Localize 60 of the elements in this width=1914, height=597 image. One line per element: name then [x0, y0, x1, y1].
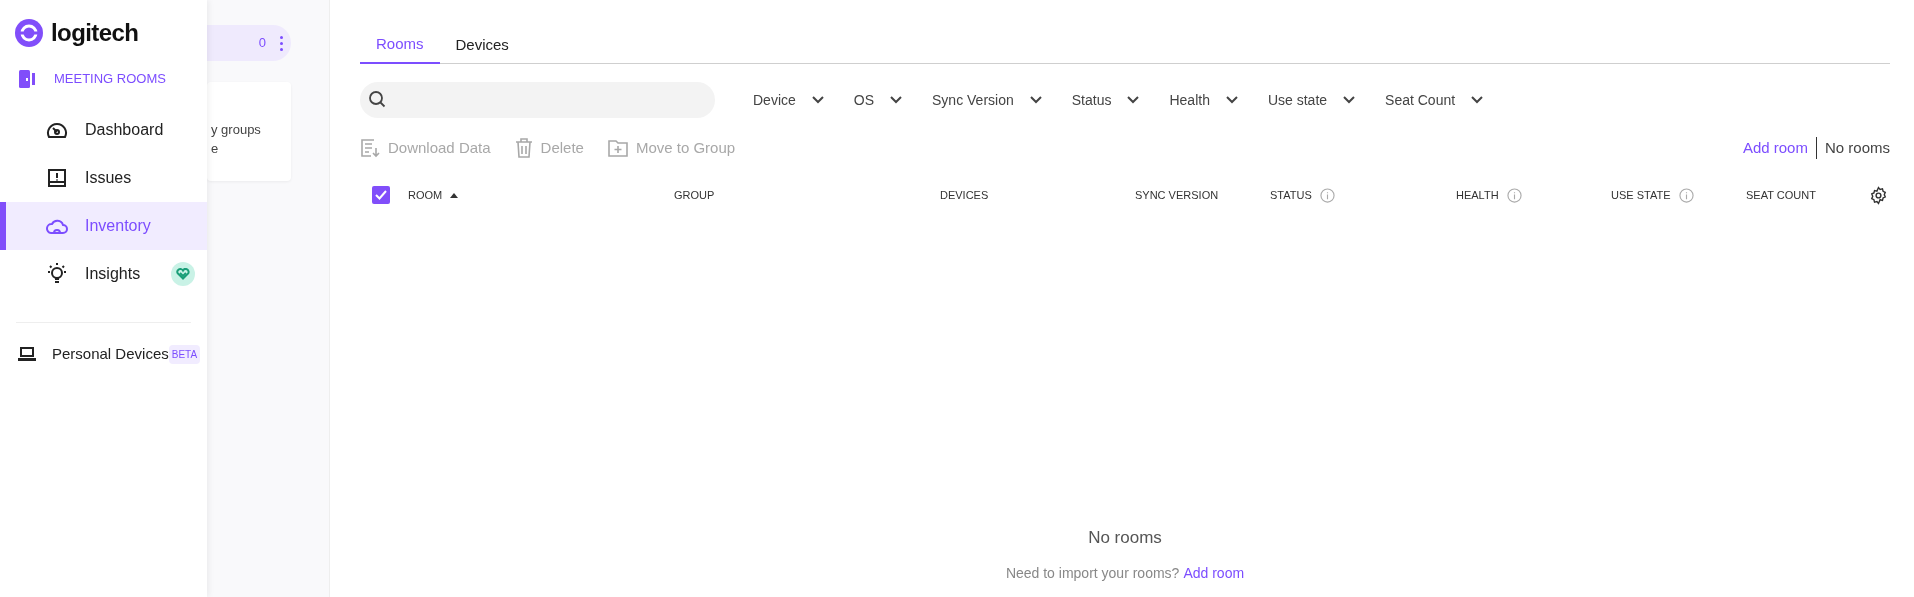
filter-dropdown[interactable]: Seat Count [1370, 82, 1499, 118]
folder-plus-icon [607, 139, 628, 157]
chevron-down-icon [811, 96, 824, 104]
filter-dropdown[interactable]: Sync Version [917, 82, 1057, 118]
chevron-down-icon [1127, 96, 1140, 104]
group-pill[interactable]: 0 [207, 25, 291, 61]
search-icon [368, 90, 388, 110]
beta-badge: BETA [168, 344, 201, 364]
room-count: No rooms [1824, 137, 1890, 158]
popover-text: e [211, 140, 220, 158]
chevron-down-icon [890, 96, 903, 104]
column-header[interactable]: ROOM [408, 186, 459, 204]
gauge-icon [46, 120, 68, 140]
tab[interactable]: Devices [439, 26, 525, 64]
logo-icon [15, 18, 43, 47]
info-icon[interactable] [1319, 187, 1335, 203]
column-header[interactable]: STATUS [1270, 186, 1335, 204]
tab[interactable]: Rooms [360, 26, 440, 64]
nav-item[interactable]: Personal Devices [52, 342, 169, 366]
door-icon [19, 70, 36, 88]
laptop-icon [18, 346, 36, 362]
cloud-icon [45, 217, 69, 235]
section-label: MEETING ROOMS [54, 70, 166, 89]
group-count: 0 [258, 34, 266, 53]
column-header[interactable]: SYNC VERSION [1135, 186, 1219, 204]
select-all-checkbox[interactable] [372, 186, 390, 204]
column-header[interactable]: SEAT COUNT [1746, 186, 1816, 204]
brand-name: logitech [51, 17, 139, 48]
filter-dropdown[interactable]: Health [1154, 82, 1253, 118]
chevron-down-icon [1029, 96, 1042, 104]
nav-item[interactable]: Inventory [0, 202, 207, 250]
column-header[interactable]: HEALTH [1456, 186, 1522, 204]
popover-text: y groups [211, 121, 262, 139]
filter-dropdown[interactable]: OS [838, 82, 918, 118]
column-header[interactable]: GROUP [674, 186, 715, 204]
nav-item[interactable]: Issues [0, 154, 207, 202]
filter-dropdown[interactable]: Device [738, 82, 839, 118]
chevron-down-icon [1225, 96, 1238, 104]
nav-item[interactable]: Dashboard [0, 106, 207, 154]
empty-title: No rooms [1088, 527, 1162, 549]
lightbulb-icon [45, 262, 69, 286]
column-header[interactable]: DEVICES [940, 186, 989, 204]
more-icon[interactable] [280, 35, 283, 51]
settings-icon[interactable] [1869, 185, 1888, 205]
alert-icon [47, 168, 67, 188]
chevron-down-icon [1343, 96, 1356, 104]
chevron-down-icon [1471, 96, 1484, 104]
empty-message: Need to import your rooms? [1005, 563, 1180, 583]
search-field[interactable] [360, 82, 715, 118]
add-room-link[interactable]: Add room [1742, 136, 1808, 160]
column-header[interactable]: USE STATE [1611, 186, 1694, 204]
nav-item[interactable]: Insights [0, 250, 207, 298]
info-icon[interactable] [1678, 187, 1694, 203]
filter-dropdown[interactable]: Use state [1252, 82, 1371, 118]
add-room-link[interactable]: Add room [1183, 562, 1245, 584]
download-list-icon [360, 138, 380, 158]
sort-up-icon[interactable] [450, 192, 459, 198]
info-icon[interactable] [1506, 187, 1522, 203]
filter-dropdown[interactable]: Status [1056, 82, 1155, 118]
trash-icon [514, 138, 533, 158]
